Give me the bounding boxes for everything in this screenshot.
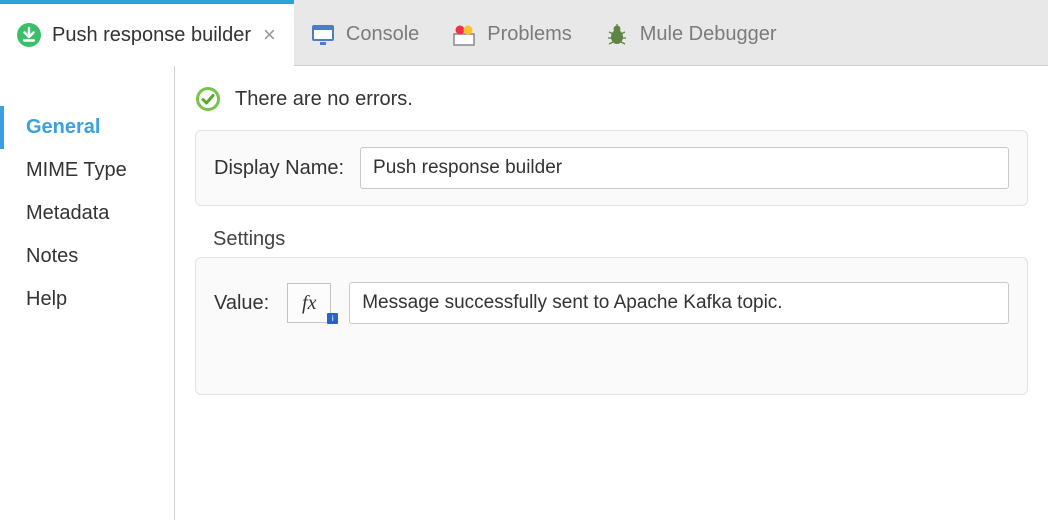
content-area: General MIME Type Metadata Notes Help Th… (0, 66, 1048, 520)
download-icon (16, 22, 42, 48)
tab-problems[interactable]: Problems (435, 0, 587, 65)
problems-icon (451, 22, 477, 48)
bug-icon (604, 22, 630, 48)
tab-label: Problems (487, 23, 571, 46)
tab-label: Push response builder (52, 24, 251, 47)
tab-label: Mule Debugger (640, 23, 777, 46)
display-name-input[interactable] (360, 147, 1009, 189)
sidebar-item-label: Help (26, 288, 67, 310)
fx-button[interactable]: fx i (287, 283, 331, 323)
sidebar-item-help[interactable]: Help (0, 278, 174, 321)
sidebar-item-label: MIME Type (26, 159, 127, 181)
console-icon (310, 22, 336, 48)
tab-bar: Push response builder × Console Problems (0, 0, 1048, 66)
sidebar-item-mime-type[interactable]: MIME Type (0, 149, 174, 192)
sidebar-item-general[interactable]: General (0, 106, 174, 149)
settings-panel: Value: fx i (195, 257, 1028, 395)
settings-heading: Settings (213, 228, 1028, 251)
display-name-label: Display Name: (214, 157, 344, 180)
fx-label: fx (302, 292, 316, 315)
tab-console[interactable]: Console (294, 0, 435, 65)
main-panel: There are no errors. Display Name: Setti… (175, 66, 1048, 520)
sidebar: General MIME Type Metadata Notes Help (0, 66, 175, 520)
sidebar-item-label: Metadata (26, 202, 109, 224)
tab-push-response-builder[interactable]: Push response builder × (0, 0, 294, 66)
sidebar-item-label: Notes (26, 245, 78, 267)
sidebar-item-metadata[interactable]: Metadata (0, 192, 174, 235)
tab-mule-debugger[interactable]: Mule Debugger (588, 0, 793, 65)
value-input[interactable] (349, 282, 1009, 324)
status-message: There are no errors. (235, 88, 413, 111)
sidebar-item-label: General (26, 116, 100, 138)
sidebar-item-notes[interactable]: Notes (0, 235, 174, 278)
tab-label: Console (346, 23, 419, 46)
value-label: Value: (214, 292, 269, 315)
check-icon (195, 86, 221, 112)
close-icon[interactable]: × (261, 24, 278, 46)
status-row: There are no errors. (195, 80, 1028, 130)
display-name-panel: Display Name: (195, 130, 1028, 206)
info-icon: i (327, 313, 338, 324)
